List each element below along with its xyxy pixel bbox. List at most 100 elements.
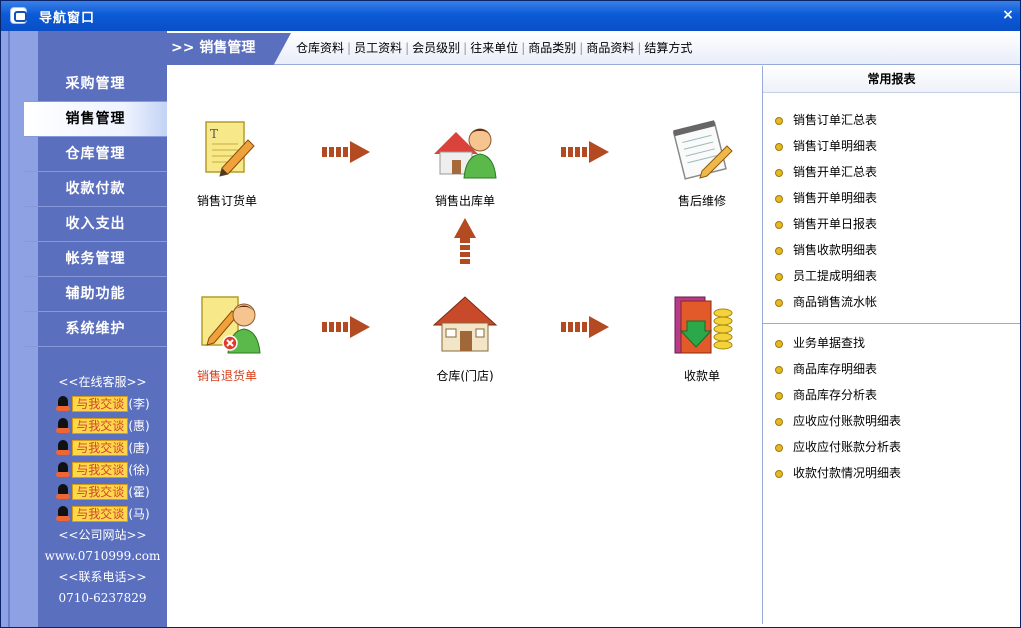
- chat-button[interactable]: 与我交谈: [72, 484, 129, 500]
- section-title: >> 销售管理: [167, 33, 291, 65]
- report-link[interactable]: 销售订单汇总表: [763, 107, 1020, 133]
- link-partners[interactable]: 往来单位: [469, 31, 519, 65]
- qq-icon: [55, 440, 71, 456]
- chat-row[interactable]: 与我交谈 (惠): [38, 415, 167, 437]
- node-sales-outbound[interactable]: 销售出库单: [410, 116, 520, 209]
- link-member-level[interactable]: 会员级别: [411, 31, 461, 65]
- chat-row[interactable]: 与我交谈 (徐): [38, 459, 167, 481]
- sidebar-menu: 采购管理 销售管理 仓库管理 收款付款 收入支出 帐务管理 辅助功能 系统维护: [24, 67, 167, 347]
- report-link[interactable]: 应收应付账款明细表: [763, 408, 1020, 434]
- chat-person: (马): [128, 507, 150, 521]
- qq-icon: [55, 506, 71, 522]
- quick-links: 仓库资料 | 员工资料 | 会员级别 | 往来单位 | 商品类别 | 商品资料 | 结算方式: [295, 31, 693, 65]
- report-link[interactable]: 应收应付账款分析表: [763, 434, 1020, 460]
- flow-arrow-up: [454, 218, 476, 266]
- link-separator: |: [463, 41, 468, 55]
- node-label: 仓库(门店): [436, 369, 494, 383]
- reports-group-sales: 销售订单汇总表 销售订单明细表 销售开单汇总表 销售开单明细表 销售开单日报表 …: [763, 107, 1020, 315]
- return-document-icon: [192, 291, 262, 361]
- sidebar-item-warehouse[interactable]: 仓库管理: [24, 137, 167, 172]
- chat-row[interactable]: 与我交谈 (唐): [38, 437, 167, 459]
- navigation-window: 导航窗口 × 采购管理 销售管理 仓库管理 收款付款 收入支出 帐务管理 辅助功…: [0, 0, 1021, 628]
- node-after-sales[interactable]: 售后维修: [647, 116, 757, 209]
- sidebar-item-payments[interactable]: 收款付款: [24, 172, 167, 207]
- money-folder-icon: [667, 291, 737, 361]
- link-separator: |: [347, 41, 352, 55]
- sidebar-edge: [8, 31, 10, 627]
- chat-button[interactable]: 与我交谈: [72, 440, 129, 456]
- chat-person: (霍): [128, 485, 150, 499]
- report-link[interactable]: 销售订单明细表: [763, 133, 1020, 159]
- chat-button[interactable]: 与我交谈: [72, 396, 129, 412]
- link-separator: |: [405, 41, 410, 55]
- reports-title: 常用报表: [763, 66, 1020, 93]
- close-button[interactable]: ×: [1000, 6, 1016, 24]
- chat-row[interactable]: 与我交谈 (霍): [38, 481, 167, 503]
- chat-button[interactable]: 与我交谈: [72, 462, 129, 478]
- phone-number: 0710-6237829: [58, 591, 147, 605]
- chat-button[interactable]: 与我交谈: [72, 418, 129, 434]
- reports-divider: [763, 323, 1020, 324]
- title-bar[interactable]: 导航窗口 ×: [1, 1, 1020, 31]
- report-link[interactable]: 收款付款情况明细表: [763, 460, 1020, 486]
- link-separator: |: [579, 41, 584, 55]
- workflow-area: T 销售订货单 销售出库单 售后维修 销售退货单 仓库(门店) 收款单: [167, 66, 762, 624]
- flow-arrow-right: [322, 316, 370, 338]
- link-warehouse-data[interactable]: 仓库资料: [295, 31, 345, 65]
- chat-person: (惠): [128, 419, 150, 433]
- website-heading: <<公司网站>>: [58, 528, 147, 542]
- report-link[interactable]: 销售开单日报表: [763, 211, 1020, 237]
- report-link[interactable]: 销售收款明细表: [763, 237, 1020, 263]
- flow-arrow-right: [561, 316, 609, 338]
- chat-row[interactable]: 与我交谈 (李): [38, 393, 167, 415]
- link-employee-data[interactable]: 员工资料: [353, 31, 403, 65]
- chat-person: (唐): [128, 441, 150, 455]
- sidebar-item-purchase[interactable]: 采购管理: [24, 67, 167, 102]
- customer-service-panel: <<在线客服>> 与我交谈 (李) 与我交谈 (惠) 与我交谈 (唐) 与我交谈 (徐)…: [38, 371, 167, 609]
- sidebar-item-auxiliary[interactable]: 辅助功能: [24, 277, 167, 312]
- report-link[interactable]: 业务单据查找: [763, 330, 1020, 356]
- service-heading: <<在线客服>>: [58, 375, 147, 389]
- node-warehouse[interactable]: 仓库(门店): [410, 291, 520, 384]
- phone-heading: <<联系电话>>: [58, 570, 147, 584]
- node-label: 销售出库单: [434, 194, 495, 208]
- chat-row[interactable]: 与我交谈 (马): [38, 503, 167, 525]
- flow-arrow-right: [561, 141, 609, 163]
- report-link[interactable]: 商品销售流水帐: [763, 289, 1020, 315]
- report-link[interactable]: 商品库存明细表: [763, 356, 1020, 382]
- report-link[interactable]: 商品库存分析表: [763, 382, 1020, 408]
- flow-arrow-right: [322, 141, 370, 163]
- sidebar-item-system[interactable]: 系统维护: [24, 312, 167, 347]
- reports-group-other: 业务单据查找 商品库存明细表 商品库存分析表 应收应付账款明细表 应收应付账款分…: [763, 330, 1020, 486]
- node-label: 收款单: [683, 369, 720, 383]
- svg-text:T: T: [210, 127, 218, 141]
- website-link[interactable]: www.0710999.com: [38, 546, 167, 567]
- chat-button[interactable]: 与我交谈: [72, 506, 129, 522]
- app-icon: [10, 7, 27, 24]
- link-separator: |: [521, 41, 526, 55]
- node-sales-order[interactable]: T 销售订货单: [172, 116, 282, 209]
- link-settlement-method[interactable]: 结算方式: [643, 31, 693, 65]
- chat-person: (李): [128, 397, 150, 411]
- sidebar-item-accounts[interactable]: 帐务管理: [24, 242, 167, 277]
- link-product-category[interactable]: 商品类别: [527, 31, 577, 65]
- house-person-icon: [430, 116, 500, 186]
- chat-person: (徐): [128, 463, 150, 477]
- node-label: 销售退货单: [196, 369, 257, 383]
- report-link[interactable]: 员工提成明细表: [763, 263, 1020, 289]
- qq-icon: [55, 418, 71, 434]
- node-label: 销售订货单: [196, 194, 257, 208]
- sidebar-item-income-expense[interactable]: 收入支出: [24, 207, 167, 242]
- notepad-pencil-icon: [667, 116, 737, 186]
- qq-icon: [55, 462, 71, 478]
- node-label: 售后维修: [677, 194, 726, 208]
- sidebar-item-sales[interactable]: 销售管理: [24, 102, 167, 137]
- node-sales-return[interactable]: 销售退货单: [172, 291, 282, 384]
- top-navigation: >> 销售管理 仓库资料 | 员工资料 | 会员级别 | 往来单位 | 商品类别 | 商品…: [167, 31, 1020, 65]
- node-receipt[interactable]: 收款单: [647, 291, 757, 384]
- qq-icon: [55, 396, 71, 412]
- link-product-data[interactable]: 商品资料: [585, 31, 635, 65]
- document-pencil-icon: T: [192, 116, 262, 186]
- report-link[interactable]: 销售开单明细表: [763, 185, 1020, 211]
- report-link[interactable]: 销售开单汇总表: [763, 159, 1020, 185]
